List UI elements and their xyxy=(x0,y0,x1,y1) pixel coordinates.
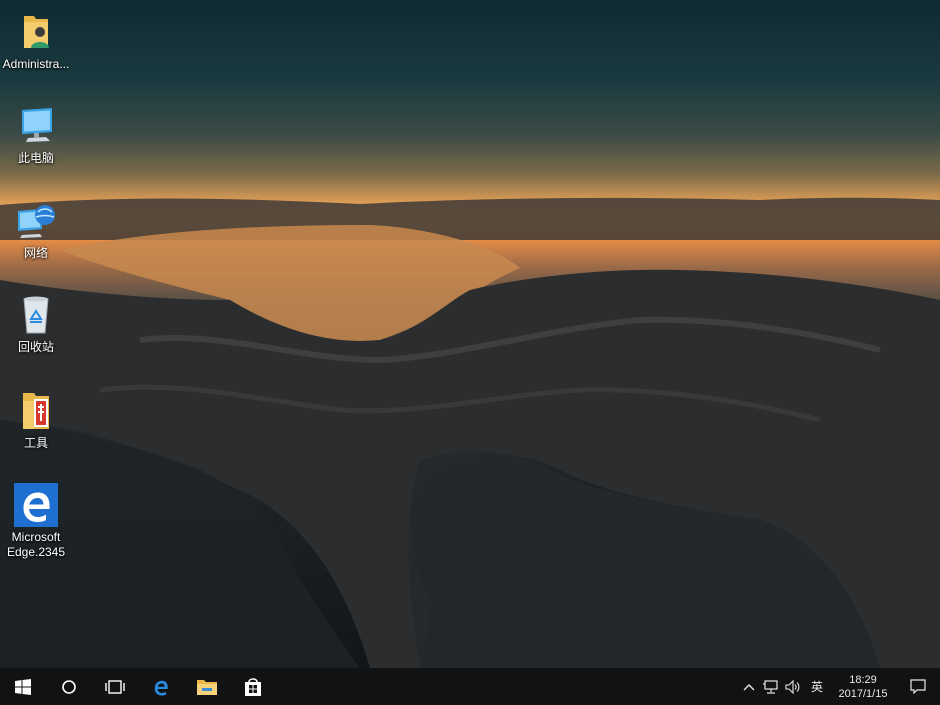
desktop-icon-recycle-bin[interactable]: 回收站 xyxy=(0,293,72,355)
edge-icon xyxy=(154,680,168,695)
taskbar-edge-button[interactable] xyxy=(138,668,184,705)
notification-icon xyxy=(910,679,926,694)
system-tray: 英 18:29 2017/1/15 xyxy=(738,668,940,705)
desktop-icon-label: 网络 xyxy=(23,246,48,260)
desktop-icon-administrator[interactable]: Administra... xyxy=(0,10,72,72)
edge-icon xyxy=(14,483,58,527)
desktop-icon-this-pc[interactable]: 此电脑 xyxy=(0,104,72,166)
speaker-icon xyxy=(785,679,800,694)
taskbar-store-button[interactable] xyxy=(230,668,276,705)
desktop-icon-microsoft-edge[interactable]: Microsoft Edge.2345 xyxy=(0,483,72,560)
network-status-button[interactable] xyxy=(760,668,782,705)
desktop-icon-label: Administra... xyxy=(2,57,70,71)
landscape-illustration xyxy=(0,197,940,668)
desktop-icon-label: Microsoft Edge.2345 xyxy=(6,530,66,559)
clock-time: 18:29 xyxy=(849,673,877,686)
clock-date: 2017/1/15 xyxy=(838,687,888,700)
computer-icon xyxy=(14,104,58,148)
chevron-up-icon xyxy=(743,683,755,690)
file-explorer-icon xyxy=(197,679,217,695)
taskbar: 英 18:29 2017/1/15 xyxy=(0,668,940,705)
desktop-wallpaper xyxy=(0,0,940,668)
network-icon xyxy=(14,199,58,243)
start-icon xyxy=(15,678,31,695)
recycle-bin-icon xyxy=(14,293,58,337)
network-status-icon xyxy=(763,679,778,694)
tools-folder-icon xyxy=(14,389,58,433)
search-button[interactable] xyxy=(46,668,92,705)
volume-button[interactable] xyxy=(782,668,804,705)
desktop-icon-label: 回收站 xyxy=(17,340,54,354)
user-folder-icon xyxy=(14,10,58,54)
show-hidden-icons-button[interactable] xyxy=(738,668,760,705)
search-circle-icon xyxy=(62,679,76,694)
task-view-button[interactable] xyxy=(92,668,138,705)
taskbar-file-explorer-button[interactable] xyxy=(184,668,230,705)
store-icon xyxy=(245,677,261,696)
desktop-icon-label: 工具 xyxy=(23,436,48,450)
start-button[interactable] xyxy=(0,668,46,705)
taskbar-clock[interactable]: 18:29 2017/1/15 xyxy=(830,673,896,701)
desktop-icon-tools[interactable]: 工具 xyxy=(0,389,72,451)
task-view-icon xyxy=(105,679,125,694)
input-method-indicator[interactable]: 英 xyxy=(804,668,830,705)
action-center-button[interactable] xyxy=(896,668,940,705)
desktop-icon-network[interactable]: 网络 xyxy=(0,199,72,261)
desktop-icon-label: 此电脑 xyxy=(17,151,54,165)
